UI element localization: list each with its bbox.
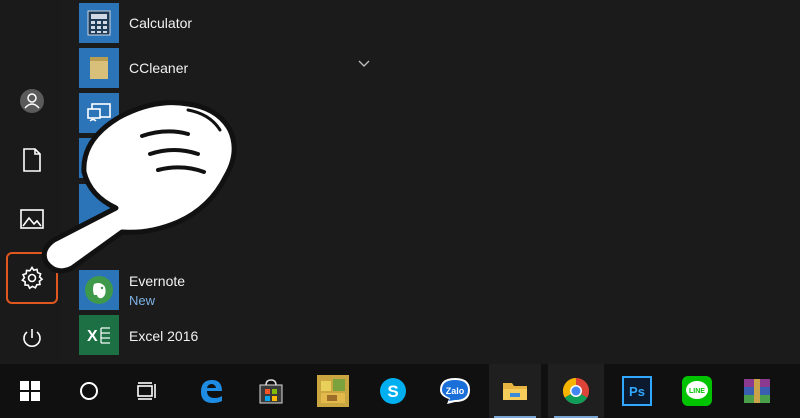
excel-tile[interactable]: X bbox=[79, 315, 119, 355]
line-glyph: LINE bbox=[689, 388, 705, 395]
game-icon bbox=[317, 375, 349, 407]
skype-button[interactable]: S bbox=[363, 364, 423, 418]
photoshop-button[interactable]: Ps bbox=[607, 364, 667, 418]
winrar-button[interactable] bbox=[727, 364, 787, 418]
zalo-icon: Zalo bbox=[440, 378, 470, 404]
store-button[interactable] bbox=[241, 364, 301, 418]
zalo-button[interactable]: Zalo bbox=[425, 364, 485, 418]
app-new-badge: New bbox=[129, 293, 156, 308]
power-button[interactable] bbox=[6, 312, 58, 364]
excel-icon: X bbox=[87, 327, 110, 345]
store-icon bbox=[259, 379, 283, 404]
ccleaner-tile[interactable] bbox=[79, 48, 119, 88]
skype-icon: S bbox=[380, 378, 406, 404]
ccleaner-icon bbox=[90, 57, 108, 79]
zalo-glyph: Zalo bbox=[446, 386, 465, 396]
line-icon: LINE bbox=[682, 376, 712, 406]
file-explorer-button[interactable] bbox=[489, 364, 541, 418]
windows-start-icon bbox=[20, 381, 40, 401]
winrar-icon bbox=[744, 379, 770, 403]
app-label-excel[interactable]: Excel 2016 bbox=[129, 328, 198, 344]
search-button[interactable] bbox=[60, 364, 118, 418]
taskbar: S Zalo Ps LINE bbox=[0, 364, 800, 418]
calculator-icon bbox=[87, 10, 111, 36]
app-label-ccleaner[interactable]: CCleaner bbox=[129, 60, 188, 76]
photoshop-icon: Ps bbox=[622, 376, 652, 406]
game-button[interactable] bbox=[303, 364, 363, 418]
calculator-tile[interactable] bbox=[79, 3, 119, 43]
edge-icon bbox=[201, 380, 222, 403]
skype-glyph: S bbox=[387, 382, 398, 401]
chrome-icon bbox=[562, 377, 590, 405]
search-circle-icon bbox=[80, 382, 98, 400]
line-button[interactable]: LINE bbox=[667, 364, 727, 418]
chrome-button[interactable] bbox=[548, 364, 604, 418]
photoshop-glyph: Ps bbox=[629, 384, 645, 399]
edge-button[interactable] bbox=[181, 364, 241, 418]
start-button[interactable] bbox=[0, 364, 60, 418]
power-icon bbox=[23, 329, 41, 347]
pointing-hand-icon bbox=[41, 100, 237, 274]
svg-text:X: X bbox=[87, 328, 98, 345]
file-explorer-icon bbox=[503, 383, 527, 400]
chevron-down-icon[interactable] bbox=[358, 60, 370, 68]
task-view-icon bbox=[137, 382, 156, 400]
app-label-calculator[interactable]: Calculator bbox=[129, 15, 192, 31]
task-view-button[interactable] bbox=[118, 364, 176, 418]
